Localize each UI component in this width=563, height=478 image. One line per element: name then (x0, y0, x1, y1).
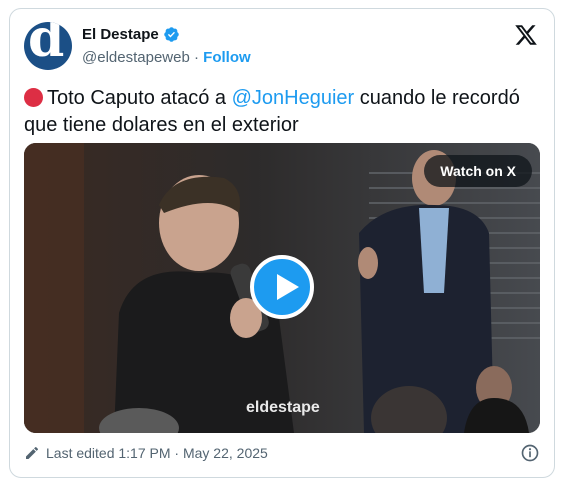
separator-dot: · (193, 49, 199, 66)
pencil-icon (26, 446, 39, 459)
account-name-row: El Destape (82, 26, 180, 43)
edited-timestamp[interactable]: Last edited 1:17 PM · May 22, 2025 (24, 445, 268, 461)
watch-on-x-button[interactable]: Watch on X (424, 155, 532, 187)
tweet-card: d El Destape @eldestapeweb · Follow Toto… (9, 8, 555, 478)
tweet-text: Toto Caputo atacó a @JonHeguier cuando l… (24, 85, 534, 139)
account-name[interactable]: El Destape (82, 26, 159, 43)
tweet-text-before: Toto Caputo atacó a (47, 87, 232, 109)
info-icon[interactable] (520, 443, 540, 463)
follow-button[interactable]: Follow (203, 49, 251, 66)
avatar[interactable]: d (24, 22, 72, 70)
handle-row: @eldestapeweb · Follow (82, 49, 251, 66)
x-logo-icon[interactable] (514, 23, 538, 47)
video-watermark: eldestape (246, 399, 320, 416)
edited-label: Last edited 1:17 PM · May 22, 2025 (46, 445, 268, 461)
mention-link[interactable]: @JonHeguier (232, 87, 355, 109)
play-button-icon[interactable] (250, 255, 314, 319)
red-circle-emoji-icon (24, 88, 43, 107)
account-handle[interactable]: @eldestapeweb (82, 49, 190, 66)
video-player[interactable]: Watch on X eldestape (24, 143, 540, 433)
verified-badge-icon (163, 27, 179, 42)
avatar-letter: d (28, 22, 65, 69)
